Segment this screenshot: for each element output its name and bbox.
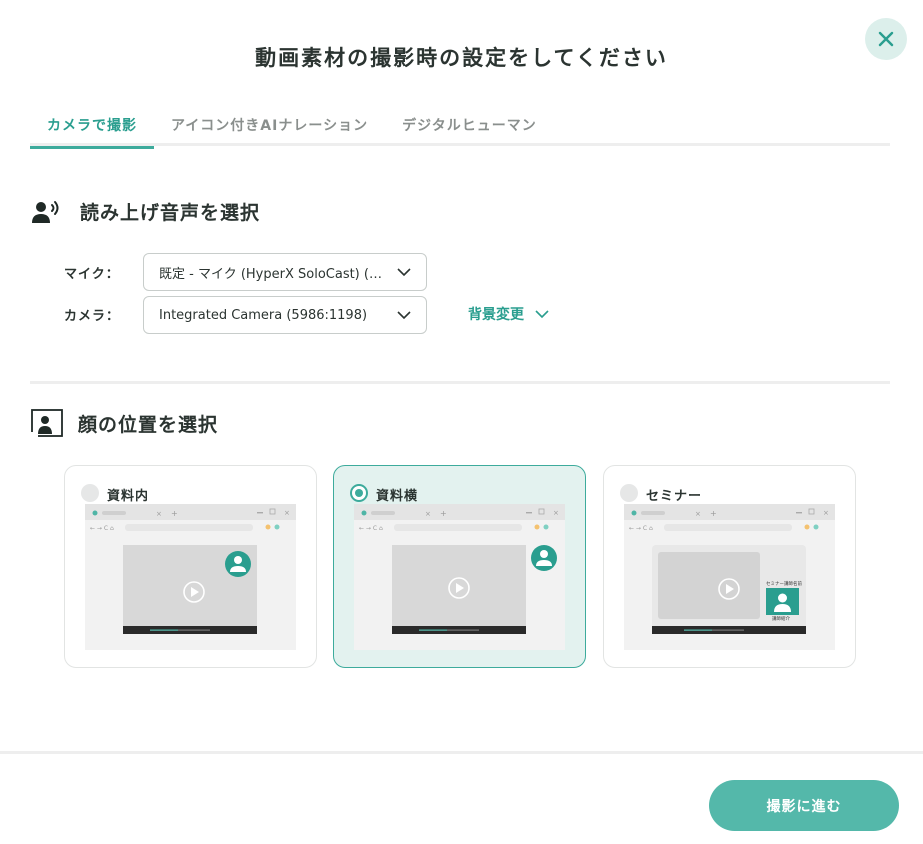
face-section-header: 顔の位置を選択 [30,408,218,438]
camera-select-value: Integrated Camera (5986:1198) [159,307,368,323]
seminar-preview-badge: 講師紹介 [772,615,790,622]
seminar-preview-caption: セミナー講師名前 [766,580,802,587]
svg-text:+: + [171,509,178,518]
face-option-seminar[interactable]: セミナー × + × ← → C ⌂ セミナー講師名前 講師紹介 [603,465,856,668]
svg-text:← → C ⌂: ← → C ⌂ [90,525,114,532]
svg-text:← → C ⌂: ← → C ⌂ [359,525,383,532]
svg-text:×: × [425,510,431,518]
radio-button[interactable] [620,484,638,502]
background-change-button[interactable]: 背景変更 [468,304,550,324]
mic-select[interactable]: 既定 - マイク (HyperX SoloCast) (0951:16fd) [143,253,427,291]
svg-text:×: × [156,510,162,518]
tab-digital-human[interactable]: デジタルヒューマン [385,104,554,146]
face-frame-icon [30,409,63,438]
chevron-down-icon [535,310,549,319]
mic-label: マイク： [64,267,120,282]
face-section-title: 顔の位置を選択 [78,413,219,436]
face-option-beside-material[interactable]: 資料横 × + × ← → C ⌂ [333,465,586,668]
background-change-label: 背景変更 [468,307,524,323]
svg-text:← → C ⌂: ← → C ⌂ [629,525,653,532]
layout-preview-seminar: × + × ← → C ⌂ セミナー講師名前 講師紹介 [624,504,835,650]
svg-text:+: + [440,509,447,518]
radio-button-selected[interactable] [350,484,368,502]
footer-divider [0,751,923,754]
mic-select-value: 既定 - マイク (HyperX SoloCast) (0951:16fd) [159,266,386,282]
tab-camera[interactable]: カメラで撮影 [30,104,154,149]
svg-text:×: × [695,510,701,518]
svg-text:×: × [823,509,829,517]
layout-preview-in-material: × + × ← → C ⌂ [85,504,296,650]
section-divider [30,381,890,384]
chevron-down-icon [397,311,411,320]
svg-text:+: + [710,509,717,518]
layout-preview-beside-material: × + × ← → C ⌂ [354,504,565,650]
camera-label: カメラ： [64,309,121,324]
dialog-title: 動画素材の撮影時の設定をしてください [255,46,668,70]
face-option-label: セミナー [646,489,703,504]
face-option-label: 資料内 [107,489,150,504]
svg-text:×: × [284,509,290,517]
tab-bar: カメラで撮影 アイコン付きAIナレーション デジタルヒューマン [30,104,890,149]
voice-section-header: 読み上げ音声を選択 [30,198,260,225]
camera-select[interactable]: Integrated Camera (5986:1198) [143,296,427,334]
face-option-label: 資料横 [376,489,419,504]
proceed-to-recording-button[interactable]: 撮影に進む [709,780,899,831]
speaking-person-icon [32,200,59,223]
svg-text:×: × [553,509,559,517]
radio-button[interactable] [81,484,99,502]
voice-section-title: 読み上げ音声を選択 [80,202,261,224]
tab-icon-ai-narration[interactable]: アイコン付きAIナレーション [154,104,385,146]
chevron-down-icon [397,268,411,277]
face-option-in-material[interactable]: 資料内 × + × ← → C ⌂ [64,465,317,668]
